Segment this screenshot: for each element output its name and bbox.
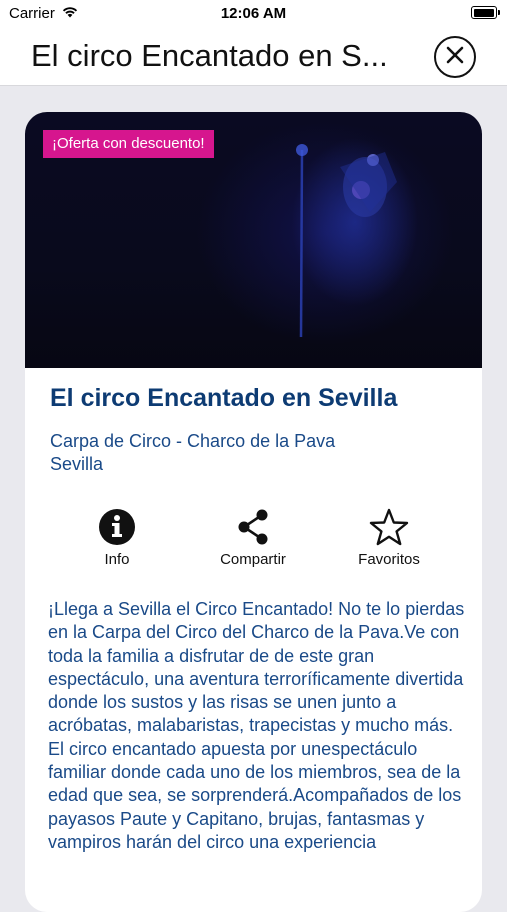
status-time: 12:06 AM [220, 5, 287, 22]
event-title: El circo Encantado en Sevilla [50, 384, 398, 412]
action-bar: Info Compartir Favoritos [25, 506, 482, 576]
event-venue: Carpa de Circo - Charco de la Pava Sevil… [50, 430, 335, 476]
share-label: Compartir [220, 551, 286, 568]
battery-icon [471, 6, 500, 19]
info-icon [57, 506, 177, 546]
venue-city: Sevilla [50, 454, 104, 474]
event-image: ¡Oferta con descuento! [25, 112, 482, 368]
status-bar: Carrier 12:06 AM [0, 0, 507, 28]
page-title: El circo Encantado en S... [31, 38, 388, 73]
nav-bar: El circo Encantado en S... [0, 28, 507, 86]
star-icon [329, 506, 449, 546]
info-button[interactable]: Info [57, 506, 177, 568]
share-button[interactable]: Compartir [193, 506, 313, 568]
venue-name: Carpa de Circo - Charco de la Pava [50, 431, 336, 451]
favorite-label: Favoritos [358, 551, 420, 568]
close-icon [445, 45, 465, 70]
event-card: ¡Oferta con descuento! El circo Encantad… [25, 112, 482, 912]
share-icon [193, 506, 313, 546]
offer-badge: ¡Oferta con descuento! [43, 130, 214, 158]
favorite-button[interactable]: Favoritos [329, 506, 449, 568]
close-button[interactable] [434, 36, 476, 78]
info-label: Info [104, 551, 130, 568]
event-description: ¡Llega a Sevilla el Circo Encantado! No … [48, 599, 465, 852]
